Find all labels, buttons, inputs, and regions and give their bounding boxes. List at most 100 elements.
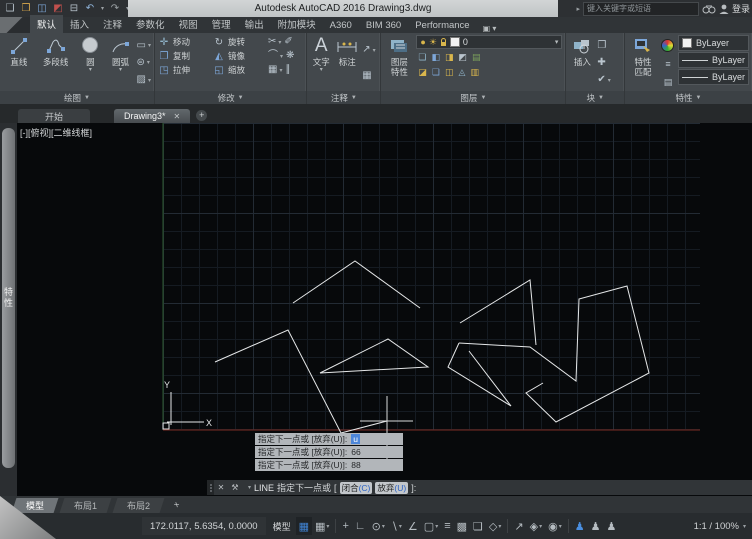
plot-icon[interactable]: ⊟ [67, 2, 81, 16]
save-as-icon[interactable]: ◩ [51, 2, 65, 16]
selection-cycling-icon[interactable]: ❏ [470, 517, 486, 535]
edit-block-button[interactable]: ✚ [597, 56, 610, 69]
color-wheel-icon[interactable] [661, 38, 675, 52]
grid-display-icon[interactable]: ▦ [295, 517, 313, 535]
annotation-scale-button[interactable]: 1:1 / 100% ▾ [694, 521, 746, 532]
new-layout-button[interactable]: + [170, 498, 184, 513]
layer-tool-icon[interactable]: ▥ [470, 67, 479, 77]
mirror-button[interactable]: ◭ 镜像 [213, 50, 265, 62]
file-tab-drawing3[interactable]: Drawing3* ✕ [114, 109, 191, 123]
ribbon-minimize-icon[interactable]: ▣ ▾ [483, 24, 497, 33]
transparency-icon[interactable]: ▩ [454, 517, 470, 535]
3d-object-snap-icon[interactable]: ◇ ▾ [486, 517, 504, 535]
copy-button[interactable]: ❐ 复制 [158, 50, 210, 62]
chevron-down-icon[interactable]: ▾ [608, 77, 611, 84]
linetype-dropdown[interactable]: ByLayer [677, 69, 749, 85]
ortho-mode-icon[interactable]: ∟ [352, 517, 369, 535]
match-properties-button[interactable]: 特性 匹配 [628, 35, 658, 91]
new-tab-button[interactable]: + [196, 110, 208, 121]
block-attributes-button[interactable]: ✔ ▾ [597, 74, 610, 87]
layer-properties-button[interactable]: 图层 特性 [384, 35, 414, 91]
command-wrench-icon[interactable]: ⚒ [228, 483, 242, 492]
chevron-down-icon[interactable]: ▾ [278, 39, 281, 46]
sign-in-button[interactable]: 登录 [732, 2, 750, 15]
linetype-list-icon[interactable]: ▤ [664, 77, 673, 87]
rotate-button[interactable]: ↻ 旋转 [213, 36, 265, 48]
chevron-down-icon[interactable]: ▾ [119, 67, 122, 73]
command-line[interactable]: ✕ ⚒ ▾ LINE 指定下一点或 [ 闭合(C) 放弃(U) ]: [207, 480, 752, 495]
explode-button[interactable]: ❋ [286, 50, 294, 63]
ribbon-tab-manage[interactable]: 管理 [205, 15, 238, 33]
ribbon-tab-home[interactable]: 默认 [30, 15, 64, 33]
create-block-button[interactable]: ❐ [597, 39, 610, 52]
ribbon-tab-bim360[interactable]: BIM 360 [359, 18, 408, 33]
layer-tool-icon[interactable]: ◩ [459, 52, 468, 62]
chevron-down-icon[interactable]: ▾ [148, 77, 151, 84]
chevron-down-icon[interactable]: ▾ [373, 47, 376, 54]
move-button[interactable]: ✛ 移动 [158, 36, 210, 48]
chevron-down-icon[interactable]: ▾ [148, 42, 151, 49]
text-button[interactable]: A 文字 ▾ [310, 35, 332, 91]
object-color-dropdown[interactable]: ByLayer [677, 35, 749, 51]
recent-commands-icon[interactable]: ▾ [248, 484, 251, 491]
ribbon-tab-output[interactable]: 输出 [238, 15, 271, 33]
ribbon-tab-addins[interactable]: 附加模块 [271, 15, 323, 33]
dynamic-ucs-icon[interactable]: ↗ [511, 517, 526, 535]
hatch-button[interactable]: ▨ ▾ [137, 74, 151, 87]
ribbon-tab-a360[interactable]: A360 [323, 18, 359, 33]
ribbon-tab-performance[interactable]: Performance [408, 18, 476, 33]
snap-mode-icon[interactable]: ▦ ▾ [312, 517, 332, 535]
offset-button[interactable]: ∥ [285, 64, 290, 77]
gizmo-icon[interactable]: ◉ ▾ [545, 517, 565, 535]
new-file-icon[interactable]: ❑ [3, 2, 17, 16]
user-icon[interactable] [719, 3, 729, 15]
erase-button[interactable]: ✐ [284, 36, 292, 49]
chevron-down-icon[interactable]: ▾ [280, 53, 283, 60]
layer-tool-icon[interactable]: ◪ [418, 67, 427, 77]
command-option-close[interactable]: 闭合(C) [339, 481, 373, 494]
layout-tab-layout1[interactable]: 布局1 [59, 498, 112, 513]
polyline-button[interactable]: 多段线 [37, 35, 74, 91]
close-command-icon[interactable]: ✕ [214, 483, 228, 492]
coordinates-display[interactable]: 172.0117, 5.6354, 0.0000 [142, 517, 266, 535]
search-binoculars-icon[interactable] [702, 3, 716, 15]
line-button[interactable]: 直线 [3, 35, 35, 91]
chevron-down-icon[interactable]: ▾ [147, 59, 150, 66]
ribbon-tab-insert[interactable]: 插入 [63, 15, 96, 33]
object-snap-icon[interactable]: ▢ ▾ [421, 517, 441, 535]
ribbon-tab-view[interactable]: 视图 [172, 15, 205, 33]
rectangle-button[interactable]: ▭ ▾ [137, 39, 151, 52]
layer-tool-icon[interactable]: ◨ [445, 52, 454, 62]
layer-tool-icon[interactable]: ◧ [431, 52, 440, 62]
drawing-canvas[interactable]: [-][俯视][二维线框] 特性 Y X 指定下一点或 [放弃(U)]: u 指… [0, 123, 752, 496]
properties-palette-tab[interactable]: 特性 [2, 128, 15, 468]
lineweight-list-icon[interactable]: ≡ [665, 59, 670, 69]
chevron-down-icon[interactable]: ▾ [89, 67, 92, 73]
file-tab-start[interactable]: 开始 [18, 109, 90, 123]
leader-button[interactable]: ↗ ▾ [362, 44, 375, 57]
command-input[interactable]: ▾ LINE 指定下一点或 [ 闭合(C) 放弃(U) ]: [242, 481, 752, 494]
command-option-undo[interactable]: 放弃(U) [375, 481, 409, 494]
chevron-down-icon[interactable]: ▾ [555, 38, 559, 46]
annotation-scale-icon[interactable]: ♟ [603, 517, 619, 535]
modify-panel-label[interactable]: 修改 ▼ [155, 91, 307, 104]
layer-tool-icon[interactable]: ❏ [418, 52, 426, 62]
model-space-button[interactable]: 模型 [268, 517, 296, 535]
trim-button[interactable]: ✂ ▾ [268, 36, 281, 49]
layer-tool-icon[interactable]: ▤ [472, 52, 481, 62]
annotate-panel-label[interactable]: 注释 ▼ [307, 91, 381, 104]
command-drag-handle[interactable] [207, 480, 214, 495]
selection-filter-icon[interactable]: ◈ ▾ [527, 517, 545, 535]
redo-icon[interactable]: ↷ [108, 2, 122, 16]
polar-tracking-icon[interactable]: ⊙ ▾ [369, 517, 388, 535]
annotation-visibility-icon[interactable]: ♟ [572, 517, 588, 535]
layout-tab-layout2[interactable]: 布局2 [112, 498, 165, 513]
layer-tool-icon[interactable]: ◬ [459, 67, 466, 77]
array-button[interactable]: ▦ ▾ [268, 64, 282, 77]
properties-panel-label[interactable]: 特性 ▼ [624, 91, 752, 104]
open-file-icon[interactable]: ❒ [19, 2, 33, 16]
dynamic-input-icon[interactable]: + [339, 517, 351, 535]
insert-block-button[interactable]: 插入 [569, 35, 595, 91]
save-icon[interactable]: ◫ [35, 2, 49, 16]
lineweight-dropdown[interactable]: ByLayer [677, 52, 749, 68]
